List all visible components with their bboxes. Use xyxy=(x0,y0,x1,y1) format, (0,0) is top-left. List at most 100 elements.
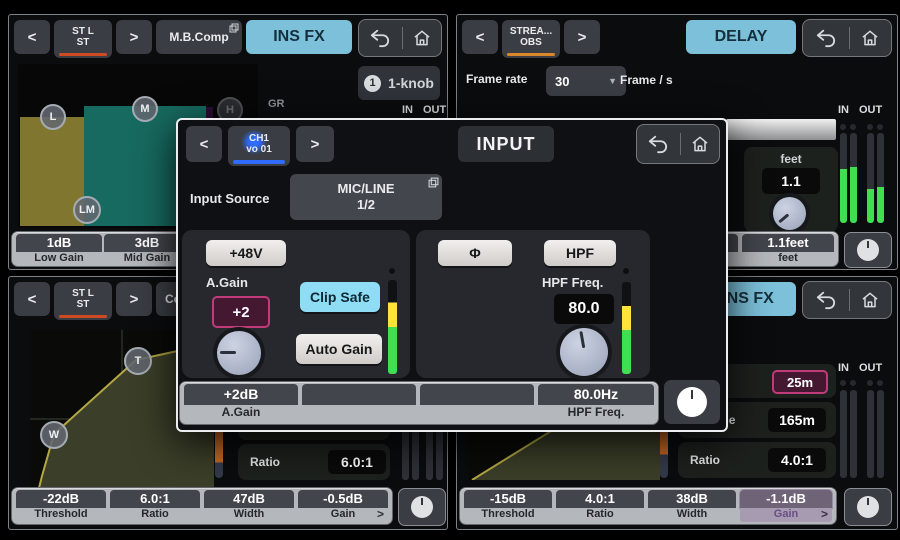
ratio-value[interactable]: 4.0:1 xyxy=(768,448,826,472)
again-level-meter xyxy=(388,280,397,374)
hpf-freq-label: HPF Freq. xyxy=(542,275,603,290)
peak-dot xyxy=(623,268,629,274)
node-mid[interactable]: M xyxy=(132,96,158,122)
tab-ins-fx[interactable]: INS FX xyxy=(246,20,352,54)
param-knob-button[interactable] xyxy=(664,380,720,424)
param-gain-selected[interactable]: -1.1dB Gain> xyxy=(740,488,832,524)
peak-dot xyxy=(840,124,846,130)
back-icon[interactable] xyxy=(368,28,392,48)
channel-select-button[interactable]: STREA... OBS xyxy=(502,20,560,58)
prev-channel-button[interactable]: < xyxy=(14,282,50,316)
phantom-48v-button[interactable]: +48V xyxy=(206,240,286,266)
back-icon[interactable] xyxy=(814,290,838,310)
delay-fader[interactable] xyxy=(726,119,836,140)
param-bar: -22dB Threshold 6.0:1 Ratio 47dB Width -… xyxy=(12,488,392,524)
clip-safe-button[interactable]: Clip Safe xyxy=(300,282,380,312)
knob-icon xyxy=(411,496,433,518)
node-lowmid[interactable]: LM xyxy=(73,196,101,224)
delay-knob[interactable] xyxy=(773,197,806,230)
param-low-gain[interactable]: 1dB Low Gain xyxy=(16,232,102,266)
again-knob[interactable] xyxy=(217,331,261,375)
channel-color-bar xyxy=(59,53,107,56)
param-threshold[interactable]: -15dB Threshold xyxy=(464,488,552,524)
param-knob-button[interactable] xyxy=(844,232,892,268)
meter-labels: INOUT xyxy=(838,362,882,374)
prev-channel-button[interactable]: < xyxy=(462,20,498,54)
more-arrow-icon: > xyxy=(377,508,384,521)
auto-gain-button[interactable]: Auto Gain xyxy=(296,334,382,364)
meter-labels: INOUT xyxy=(838,104,882,116)
ratio-label: Ratio xyxy=(690,453,720,467)
copy-icon xyxy=(428,177,439,188)
next-channel-button[interactable]: > xyxy=(116,282,152,316)
knob-pointer xyxy=(556,324,612,380)
home-icon[interactable] xyxy=(690,134,710,154)
prev-channel-button[interactable]: < xyxy=(14,20,50,54)
back-icon[interactable] xyxy=(646,134,670,154)
input-source-label: Input Source xyxy=(190,191,269,206)
param-ratio[interactable]: 4.0:1 Ratio xyxy=(556,488,644,524)
tab-delay[interactable]: DELAY xyxy=(686,20,796,54)
divider xyxy=(680,133,681,155)
hpf-freq-knob[interactable] xyxy=(560,328,608,376)
param-hpf-freq[interactable]: 80.0Hz HPF Freq. xyxy=(538,382,654,424)
knob-icon xyxy=(857,239,879,261)
knob-icon xyxy=(677,387,707,417)
param-delay-feet[interactable]: 1.1feet feet xyxy=(742,232,834,266)
hpf-freq-value[interactable]: 80.0 xyxy=(554,294,614,324)
in-meter xyxy=(840,133,847,223)
peak-dot xyxy=(867,124,873,130)
param-knob-button[interactable] xyxy=(398,488,446,526)
one-knob-button[interactable]: 1 1-knob xyxy=(358,66,440,100)
param-threshold[interactable]: -22dB Threshold xyxy=(16,488,106,524)
home-icon[interactable] xyxy=(860,28,880,48)
again-value[interactable]: +2 xyxy=(212,296,270,328)
param-width[interactable]: 38dB Width xyxy=(648,488,736,524)
home-icon[interactable] xyxy=(860,290,880,310)
input-source-button[interactable]: MIC/LINE 1/2 xyxy=(290,174,442,220)
chevron-down-icon: ▼ xyxy=(608,76,617,86)
back-icon[interactable] xyxy=(814,28,838,48)
attack-value[interactable]: 25m xyxy=(772,370,828,394)
channel-select-button[interactable]: ST L ST xyxy=(54,282,112,320)
peak-dot xyxy=(850,124,856,130)
ratio-value[interactable]: 6.0:1 xyxy=(328,450,386,474)
next-channel-button[interactable]: > xyxy=(296,126,334,162)
param-empty[interactable] xyxy=(302,382,416,424)
one-knob-badge: 1 xyxy=(364,75,381,92)
again-label: A.Gain xyxy=(206,275,248,290)
hpf-button[interactable]: HPF xyxy=(544,240,616,266)
param-empty[interactable] xyxy=(420,382,534,424)
fx-preset-button[interactable]: M.B.Comp xyxy=(156,20,242,54)
home-icon[interactable] xyxy=(412,28,432,48)
prev-channel-button[interactable]: < xyxy=(186,126,222,162)
out-meter xyxy=(877,133,884,223)
param-width[interactable]: 47dB Width xyxy=(204,488,294,524)
meter-labels: INOUT xyxy=(402,104,446,116)
node-width[interactable]: W xyxy=(40,421,68,449)
channel-color-bar xyxy=(507,53,555,56)
channel-color-bar xyxy=(233,160,285,164)
nav-group xyxy=(802,19,892,57)
param-gain[interactable]: -0.5dB Gain> xyxy=(298,488,388,524)
gr-label: GR xyxy=(268,98,285,110)
release-value[interactable]: 165m xyxy=(768,408,826,432)
next-channel-button[interactable]: > xyxy=(564,20,600,54)
peak-dot xyxy=(389,268,395,274)
channel-select-button[interactable]: CH1 vo 01 xyxy=(228,126,290,166)
phase-button[interactable]: Φ xyxy=(438,240,512,266)
node-threshold[interactable]: T xyxy=(124,347,152,375)
next-channel-button[interactable]: > xyxy=(116,20,152,54)
channel-color-bar xyxy=(59,315,107,318)
nav-group xyxy=(802,281,892,319)
node-low[interactable]: L xyxy=(40,104,66,130)
frame-rate-dropdown[interactable]: 30 ▼ xyxy=(546,66,626,96)
out-meter xyxy=(867,133,874,223)
knob-icon xyxy=(857,496,879,518)
param-ratio[interactable]: 6.0:1 Ratio xyxy=(110,488,200,524)
param-again[interactable]: +2dB A.Gain xyxy=(184,382,298,424)
param-knob-button[interactable] xyxy=(844,488,892,526)
peak-dot xyxy=(877,380,883,386)
nav-group xyxy=(358,19,442,57)
channel-select-button[interactable]: ST L ST xyxy=(54,20,112,58)
